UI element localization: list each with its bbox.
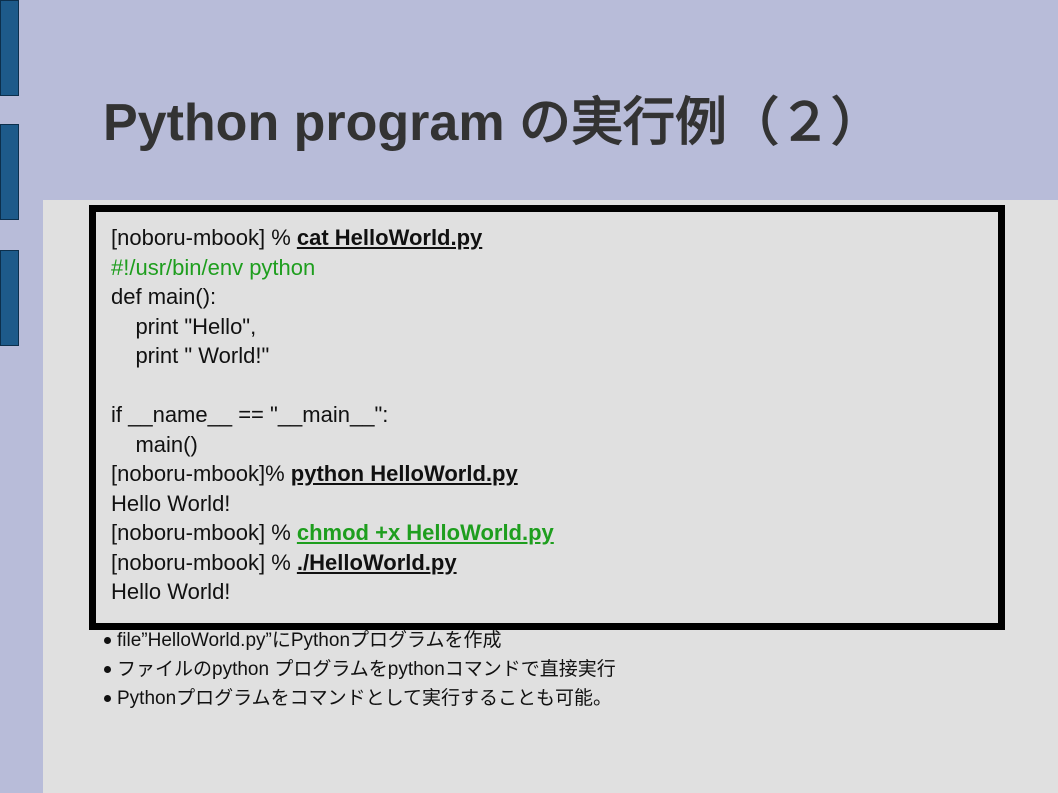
bullet-dot-icon: [104, 695, 111, 702]
bullet-item: Pythonプログラムをコマンドとして実行することも可能。: [104, 684, 616, 713]
code-line: #!/usr/bin/env python: [111, 254, 316, 280]
code-line: Hello World!: [111, 490, 231, 516]
shell-prompt: [noboru-mbook] %: [111, 225, 297, 250]
code-line: if __name__ == "__main__":: [111, 402, 389, 427]
slide-title: Python program の実行例（２）: [103, 94, 884, 152]
shell-command: cat HelloWorld.py: [296, 225, 483, 250]
bullet-text: ファイルのpython プログラムをpythonコマンドで直接実行: [117, 659, 616, 680]
shell-prompt: [noboru-mbook] %: [111, 549, 297, 575]
code-line: [noboru-mbook]% python HelloWorld.py: [111, 459, 998, 489]
shell-command: python HelloWorld.py: [290, 461, 518, 486]
left-band: [0, 0, 43, 793]
code-line: def main():: [111, 284, 217, 309]
bullet-list: file”HelloWorld.py”にPythonプログラムを作成 ファイルの…: [104, 626, 616, 713]
side-bar-decoration: [0, 124, 19, 220]
bullet-dot-icon: [104, 637, 111, 644]
side-bar-decoration: [0, 0, 19, 96]
bullet-item: file”HelloWorld.py”にPythonプログラムを作成: [104, 626, 616, 655]
code-line: Hello World!: [111, 579, 231, 604]
shell-prompt: [noboru-mbook]%: [111, 461, 291, 486]
code-line: print " World!": [111, 343, 270, 368]
code-block: [noboru-mbook] % cat HelloWorld.py #!/us…: [89, 205, 1005, 630]
side-bar-decoration: [0, 250, 19, 346]
code-line: [noboru-mbook] % chmod +x HelloWorld.py: [111, 518, 998, 548]
bullet-dot-icon: [104, 666, 111, 673]
bullet-item: ファイルのpython プログラムをpythonコマンドで直接実行: [104, 655, 616, 684]
code-line: [noboru-mbook] % ./HelloWorld.py: [111, 548, 998, 578]
shell-command: chmod +x HelloWorld.py: [296, 520, 554, 545]
shell-prompt: [noboru-mbook] %: [111, 520, 297, 545]
code-line: [noboru-mbook] % cat HelloWorld.py: [111, 223, 998, 253]
bullet-text: file”HelloWorld.py”にPythonプログラムを作成: [117, 630, 502, 651]
bullet-text: Pythonプログラムをコマンドとして実行することも可能。: [117, 688, 613, 709]
code-line: main(): [111, 431, 198, 457]
shell-command: ./HelloWorld.py: [296, 549, 457, 575]
code-line: print "Hello",: [111, 313, 257, 339]
